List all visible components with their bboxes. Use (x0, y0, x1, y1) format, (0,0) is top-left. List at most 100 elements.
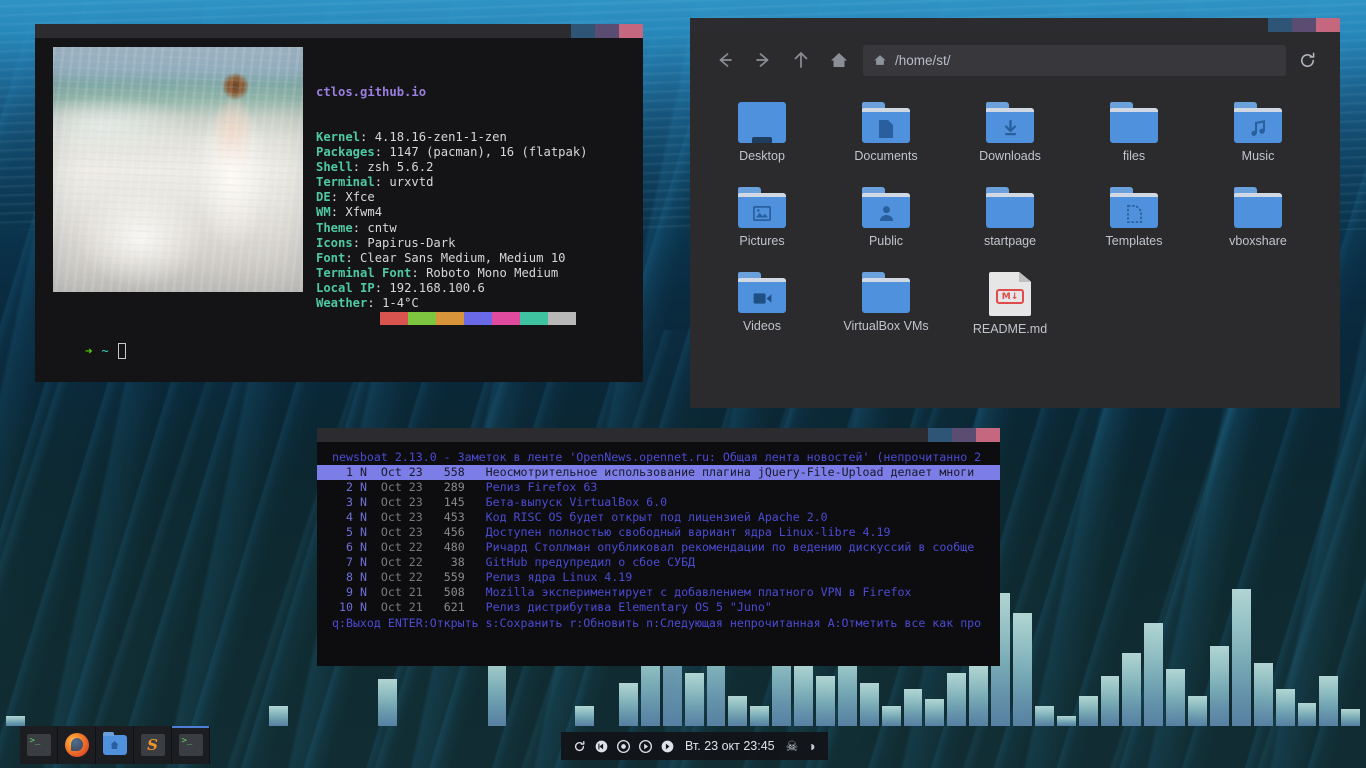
neofetch-separator: : (352, 160, 368, 175)
file-item[interactable]: Videos (700, 266, 824, 351)
visualizer-bar (1144, 622, 1164, 726)
dock-item-terminal-active[interactable] (172, 726, 210, 764)
neofetch-separator: : (352, 235, 368, 250)
article-length: 453 (436, 510, 465, 524)
article-index: 3 (332, 495, 353, 509)
titlebar-menu-button[interactable] (547, 24, 571, 38)
visualizer-bar (575, 706, 595, 726)
titlebar-maximize-button[interactable] (952, 428, 976, 442)
markdown-file-icon: M↓ (989, 272, 1031, 316)
forward-icon[interactable] (744, 41, 782, 79)
newsboat-article-row[interactable]: 5 N Oct 23 456 Доступен полностью свобод… (317, 525, 1000, 540)
newsboat-article-row[interactable]: 9 N Oct 21 508 Mozilla экспериментирует … (317, 585, 1000, 600)
titlebar-maximize-button[interactable] (595, 24, 619, 38)
skull-icon[interactable]: ☠ (786, 739, 799, 753)
article-title: Доступен полностью свободный вариант ядр… (485, 525, 891, 539)
previous-track-icon[interactable] (595, 740, 608, 753)
file-item[interactable]: Pictures (700, 181, 824, 266)
titlebar-close-button[interactable] (976, 428, 1000, 442)
newsboat-article-row[interactable]: 4 N Oct 23 453 Код RISC OS будет открыт … (317, 510, 1000, 525)
article-length: 456 (436, 525, 465, 539)
file-label: files (1122, 149, 1146, 163)
titlebar-minimize-button[interactable] (1268, 18, 1292, 32)
file-item[interactable]: M↓ README.md (948, 266, 1072, 351)
newsboat-window[interactable]: newsboat 2.13.0 - Заметок в ленте 'OpenN… (317, 428, 1000, 666)
terminal-window[interactable]: ctlos.github.io Kernel: 4.18.16-zen1-1-z… (35, 24, 643, 382)
refresh-icon[interactable] (573, 740, 586, 753)
up-icon[interactable] (782, 41, 820, 79)
neofetch-row: WM: Xfwm4 (316, 205, 588, 220)
file-item[interactable]: Public (824, 181, 948, 266)
next-track-icon[interactable] (661, 740, 674, 753)
newsboat-article-row[interactable]: 8 N Oct 22 559 Релиз ядра Linux 4.19 (317, 570, 1000, 585)
neofetch-separator: : (374, 145, 390, 160)
file-label: Downloads (979, 149, 1041, 163)
newsboat-body[interactable]: newsboat 2.13.0 - Заметок в ленте 'OpenN… (317, 442, 1000, 666)
article-index: 6 (332, 540, 353, 554)
application-dock[interactable]: S (20, 726, 210, 764)
article-index: 8 (332, 570, 353, 584)
titlebar-menu-button[interactable] (904, 428, 928, 442)
prompt-cursor (117, 343, 126, 359)
newsboat-article-row[interactable]: 10 N Oct 21 621 Релиз дистрибутива Eleme… (317, 600, 1000, 615)
visualizer-bar (1166, 669, 1186, 726)
newsboat-article-row[interactable]: 1 N Oct 23 558 Неосмотрительное использо… (317, 465, 1000, 480)
terminal-titlebar[interactable] (35, 24, 643, 38)
dock-item-sublime-text[interactable]: S (134, 726, 172, 764)
terminal-icon (178, 734, 203, 756)
newsboat-article-row[interactable]: 7 N Oct 22 38 GitHub предупредил о сбое … (317, 555, 1000, 570)
newsboat-article-list[interactable]: 1 N Oct 23 558 Неосмотрительное использо… (317, 465, 1000, 615)
titlebar-close-button[interactable] (1316, 18, 1340, 32)
neofetch-row: Icons: Papirus-Dark (316, 236, 588, 251)
visualizer-bar (750, 706, 770, 726)
titlebar-maximize-button[interactable] (1292, 18, 1316, 32)
visualizer-bar (684, 672, 704, 726)
file-item[interactable]: vboxshare (1196, 181, 1320, 266)
titlebar-close-button[interactable] (619, 24, 643, 38)
neofetch-key: Packages (316, 145, 375, 160)
dock-item-terminal[interactable] (20, 726, 58, 764)
file-item[interactable]: files (1072, 96, 1196, 181)
neofetch-separator: : (330, 205, 346, 220)
back-icon[interactable] (706, 41, 744, 79)
terminal-body[interactable]: ctlos.github.io Kernel: 4.18.16-zen1-1-z… (35, 38, 643, 382)
stop-icon[interactable] (617, 739, 630, 753)
file-item[interactable]: Music (1196, 96, 1320, 181)
titlebar-minimize-button[interactable] (928, 428, 952, 442)
file-item[interactable]: VirtualBox VMs (824, 266, 948, 351)
file-item[interactable]: Desktop (700, 96, 824, 181)
play-pause-icon[interactable] (639, 739, 652, 753)
article-index: 1 (332, 465, 353, 479)
newsboat-row-line: 7 N Oct 22 38 GitHub предупредил о сбое … (317, 555, 1000, 570)
dock-item-firefox[interactable] (58, 726, 96, 764)
folder-icon (986, 187, 1034, 228)
article-title: Ричард Столлман опубликовал рекомендации… (485, 540, 975, 554)
titlebar-minimize-button[interactable] (571, 24, 595, 38)
dock-item-file-manager[interactable] (96, 726, 134, 764)
newsboat-article-row[interactable]: 2 N Oct 23 289 Релиз Firefox 63 (317, 480, 1000, 495)
neofetch-row: Font: Clear Sans Medium, Medium 10 (316, 251, 588, 266)
path-bar[interactable]: /home/st/ (863, 44, 1286, 76)
file-manager-window[interactable]: /home/st/ Desktop Documents Downloads files… (690, 18, 1340, 408)
file-label: VirtualBox VMs (843, 319, 929, 333)
file-item[interactable]: startpage (948, 181, 1072, 266)
newsboat-article-row[interactable]: 6 N Oct 22 480 Ричард Столлман опубликов… (317, 540, 1000, 555)
visualizer-bar (268, 706, 288, 726)
reload-icon[interactable] (1290, 41, 1324, 79)
unread-flag: N (359, 555, 367, 569)
neofetch-separator: : (374, 280, 390, 295)
newsboat-article-row[interactable]: 3 N Oct 23 145 Бета-выпуск VirtualBox 6.… (317, 495, 1000, 510)
file-manager-titlebar[interactable] (690, 18, 1340, 32)
article-date: Oct 23 (380, 480, 423, 494)
file-item[interactable]: Downloads (948, 96, 1072, 181)
file-grid: Desktop Documents Downloads files Music Pictu… (690, 88, 1340, 351)
color-swatch (408, 312, 436, 325)
file-item[interactable]: Documents (824, 96, 948, 181)
newsboat-titlebar[interactable] (317, 428, 1000, 442)
file-item[interactable]: Templates (1072, 181, 1196, 266)
titlebar-menu-button[interactable] (1244, 18, 1268, 32)
brightness-icon[interactable]: ◑ (807, 739, 815, 753)
home-icon[interactable] (820, 41, 858, 79)
system-panel[interactable]: Вт. 23 окт 23:45 ☠ ◑ (561, 732, 828, 760)
clock-text[interactable]: Вт. 23 окт 23:45 (683, 739, 777, 753)
